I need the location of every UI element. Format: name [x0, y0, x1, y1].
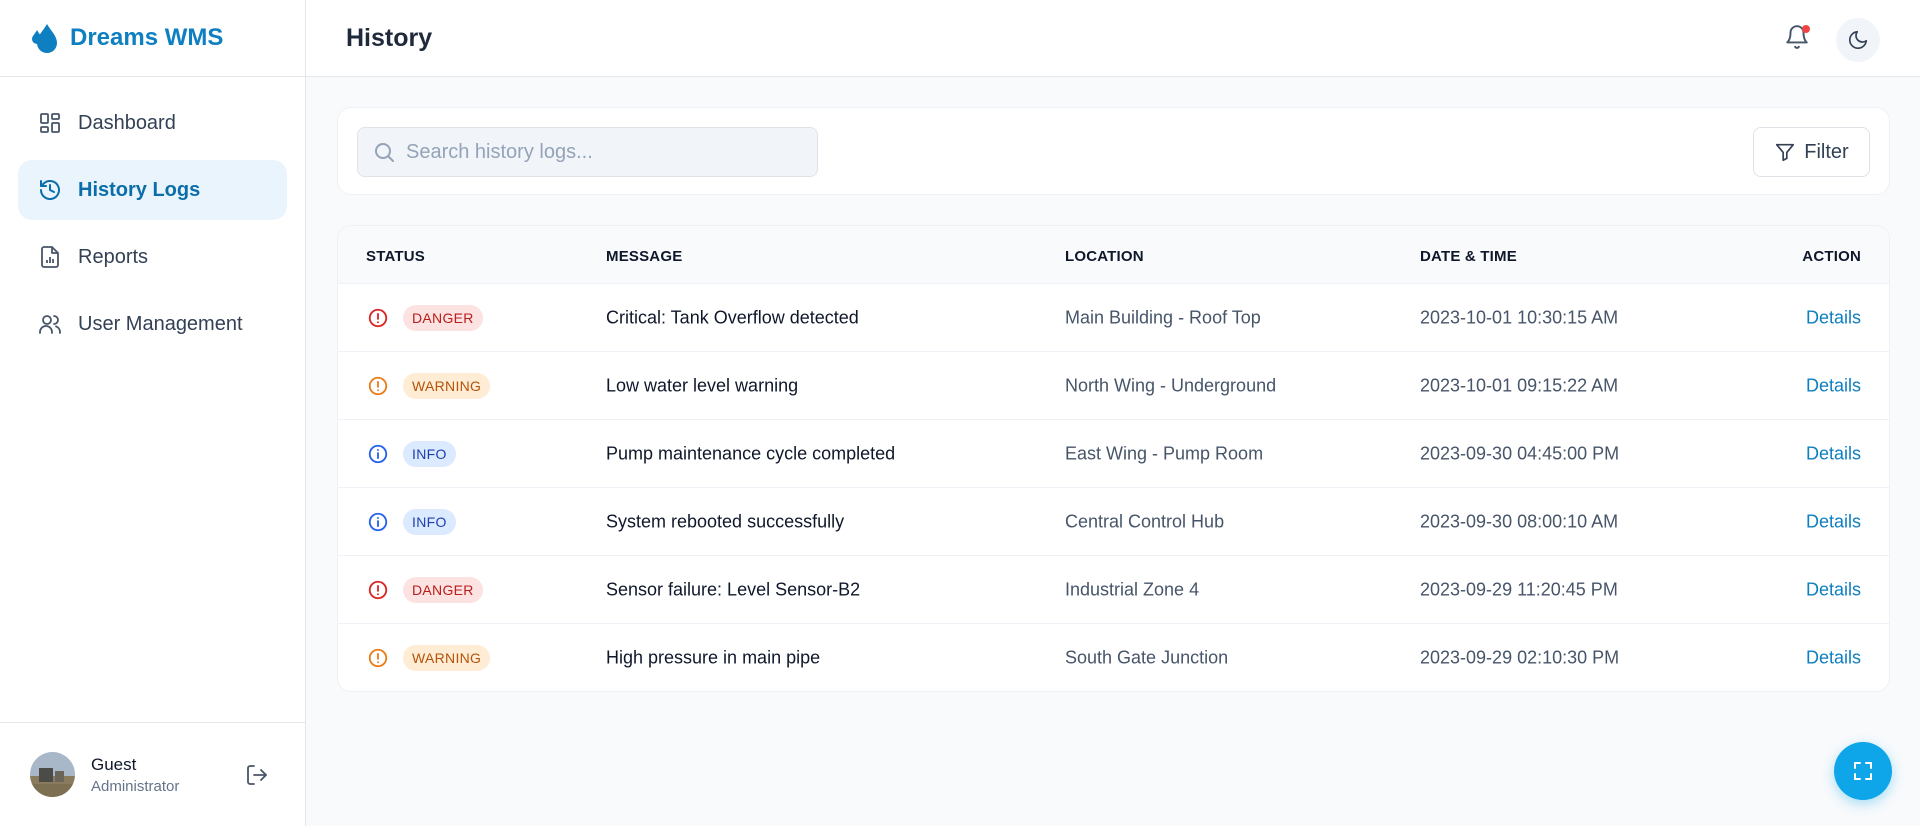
- status-badge: DANGER: [403, 576, 483, 603]
- row-message: Critical: Tank Overflow detected: [606, 307, 859, 327]
- logout-icon[interactable]: [245, 763, 269, 787]
- dashboard-icon: [40, 113, 60, 133]
- details-link[interactable]: Details: [1806, 375, 1861, 396]
- search-icon: [375, 143, 394, 162]
- info-icon: [368, 444, 388, 463]
- row-location: Main Building - Roof Top: [1065, 307, 1261, 327]
- sidebar-item-history-logs[interactable]: History Logs: [18, 160, 287, 220]
- sidebar-item-user-management[interactable]: User Management: [18, 294, 287, 354]
- sidebar-item-dashboard[interactable]: Dashboard: [18, 93, 287, 153]
- search-input[interactable]: [406, 128, 806, 176]
- sidebar-item-reports[interactable]: Reports: [18, 227, 287, 287]
- user-role: Administrator: [91, 777, 180, 795]
- history-table: STATUS MESSAGE LOCATION DATE & TIME ACTI…: [337, 225, 1890, 692]
- column-header-datetime[interactable]: DATE & TIME: [1420, 248, 1517, 265]
- details-link[interactable]: Details: [1806, 647, 1861, 668]
- column-header-action: ACTION: [1802, 248, 1861, 265]
- warning-alert-icon: [368, 648, 388, 667]
- user-profile: Guest Administrator: [0, 722, 305, 826]
- status-badge: INFO: [403, 440, 456, 467]
- details-link[interactable]: Details: [1806, 307, 1861, 328]
- column-header-message[interactable]: MESSAGE: [606, 248, 682, 265]
- user-info: Guest Administrator: [91, 755, 179, 795]
- notification-dot: [1802, 25, 1810, 33]
- danger-alert-icon: [368, 580, 388, 599]
- search-panel: Filter: [337, 107, 1890, 195]
- row-message: High pressure in main pipe: [606, 647, 821, 667]
- table-row[interactable]: DANGER Critical: Tank Overflow detected …: [338, 283, 1889, 351]
- info-icon: [368, 512, 388, 531]
- users-icon: [39, 315, 61, 334]
- row-datetime: 2023-09-29 11:20:45 PM: [1420, 579, 1618, 599]
- table-row[interactable]: WARNING Low water level warning North Wi…: [338, 351, 1889, 419]
- fullscreen-icon: [1854, 762, 1872, 780]
- report-icon: [41, 246, 59, 268]
- user-name: Guest: [91, 754, 137, 774]
- avatar-image: [30, 752, 75, 797]
- column-header-status[interactable]: STATUS: [366, 248, 425, 265]
- row-message: Low water level warning: [606, 375, 799, 395]
- search-box[interactable]: [357, 127, 818, 177]
- status-badge: WARNING: [403, 644, 491, 671]
- top-bar: History: [306, 0, 1920, 77]
- row-location: Industrial Zone 4: [1065, 579, 1200, 599]
- page-title: History: [346, 23, 433, 52]
- table-row[interactable]: DANGER Sensor failure: Level Sensor-B2 I…: [338, 555, 1889, 623]
- details-link[interactable]: Details: [1806, 443, 1861, 464]
- danger-alert-icon: [368, 308, 388, 327]
- sidebar: Dreams WMS Dashboard History Logs Report…: [0, 0, 306, 826]
- filter-button[interactable]: Filter: [1753, 127, 1870, 177]
- sidebar-item-label: Reports: [78, 245, 149, 268]
- filter-label: Filter: [1804, 140, 1849, 163]
- row-message: Sensor failure: Level Sensor-B2: [606, 579, 861, 599]
- row-location: East Wing - Pump Room: [1065, 443, 1264, 463]
- sidebar-item-label: User Management: [78, 312, 243, 335]
- status-badge: DANGER: [403, 304, 483, 331]
- sidebar-item-label: Dashboard: [78, 111, 176, 134]
- row-datetime: 2023-09-29 02:10:30 PM: [1420, 647, 1620, 667]
- table-header: STATUS MESSAGE LOCATION DATE & TIME ACTI…: [338, 226, 1889, 283]
- status-badge: WARNING: [403, 372, 491, 399]
- status-badge: INFO: [403, 508, 456, 535]
- row-datetime: 2023-10-01 10:30:15 AM: [1420, 307, 1619, 327]
- row-datetime: 2023-10-01 09:15:22 AM: [1420, 375, 1619, 395]
- details-link[interactable]: Details: [1806, 579, 1861, 600]
- filter-icon: [1776, 143, 1795, 162]
- row-location: Central Control Hub: [1065, 511, 1225, 531]
- row-datetime: 2023-09-30 08:00:10 AM: [1420, 511, 1619, 531]
- details-link[interactable]: Details: [1806, 511, 1861, 532]
- fullscreen-button[interactable]: [1834, 742, 1892, 800]
- brand[interactable]: Dreams WMS: [0, 0, 305, 77]
- warning-alert-icon: [368, 376, 388, 395]
- sidebar-item-label: History Logs: [78, 178, 201, 201]
- sidebar-nav: Dashboard History Logs Reports User Mana…: [0, 77, 305, 377]
- notifications-button[interactable]: [1784, 24, 1812, 52]
- row-location: North Wing - Underground: [1065, 375, 1277, 395]
- table-row[interactable]: WARNING High pressure in main pipe South…: [338, 623, 1889, 691]
- water-drop-logo-icon: [32, 24, 57, 53]
- row-message: System rebooted successfully: [606, 511, 845, 531]
- column-header-location[interactable]: LOCATION: [1065, 248, 1144, 265]
- table-row[interactable]: INFO System rebooted successfully Centra…: [338, 487, 1889, 555]
- row-datetime: 2023-09-30 04:45:00 PM: [1420, 443, 1620, 463]
- brand-name: Dreams WMS: [70, 24, 224, 51]
- table-row[interactable]: INFO Pump maintenance cycle completed Ea…: [338, 419, 1889, 487]
- avatar[interactable]: [30, 752, 75, 797]
- row-message: Pump maintenance cycle completed: [606, 443, 896, 463]
- theme-toggle-button[interactable]: [1836, 18, 1880, 62]
- moon-icon: [1848, 30, 1868, 50]
- row-location: South Gate Junction: [1065, 647, 1229, 667]
- history-icon: [40, 180, 60, 200]
